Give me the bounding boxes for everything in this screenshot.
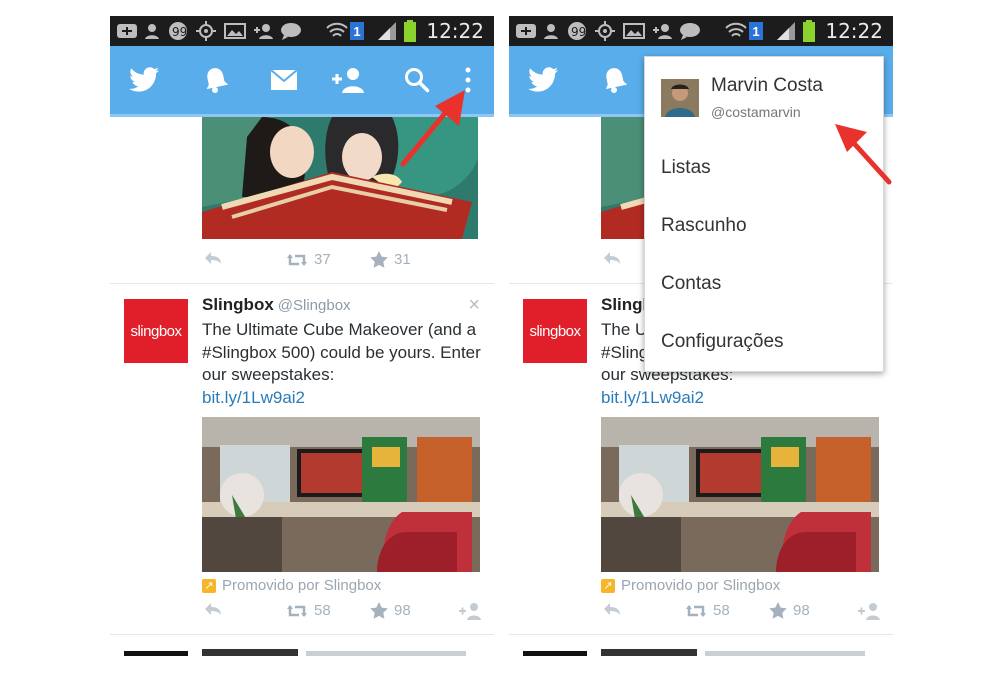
- wifi-icon: [725, 21, 747, 41]
- quote-icon: 99: [168, 21, 188, 41]
- retweet-icon: [287, 604, 307, 617]
- avatar[interactable]: slingbox: [124, 299, 188, 363]
- gps-icon: [196, 21, 216, 41]
- promoted-arrow-icon: ↗: [202, 578, 216, 593]
- reply-icon[interactable]: [204, 251, 222, 265]
- svg-text:99: 99: [571, 25, 586, 39]
- svg-text:99: 99: [172, 25, 187, 39]
- reply-icon[interactable]: [603, 251, 621, 265]
- bell-icon[interactable]: [204, 64, 228, 96]
- dismiss-icon[interactable]: ×: [468, 294, 480, 317]
- star-icon: [769, 602, 787, 619]
- tweet-actions: 37 31: [202, 251, 486, 273]
- twitter-bird-icon[interactable]: [527, 64, 559, 96]
- tweet-actions: 58 98: [202, 602, 486, 624]
- tweet-author-handle[interactable]: @Slingbox: [278, 297, 351, 314]
- tweet-image-office[interactable]: [202, 417, 480, 572]
- envelope-icon[interactable]: [270, 64, 298, 96]
- tweet-header: Slingbox@Slingbox: [202, 295, 351, 315]
- add-contact-icon: [651, 21, 673, 41]
- tweet-image-office[interactable]: [601, 417, 879, 572]
- clock: 12:22: [825, 19, 883, 43]
- phone-screen-left: 99 1 12:22 37 31 slingbox Slingbox @Slin…: [110, 16, 494, 656]
- favorite-count: 31: [394, 251, 411, 268]
- tweet-body: The Ultimate Cube Makeover (and a #Sling…: [202, 319, 486, 409]
- favorite-count: 98: [394, 602, 411, 619]
- add-user-icon[interactable]: [330, 64, 366, 96]
- favorite-button[interactable]: 98: [370, 602, 411, 619]
- retweet-count: 58: [314, 602, 331, 619]
- divider: [110, 283, 494, 284]
- sim-number: 1: [350, 22, 364, 40]
- retweet-count: 37: [314, 251, 331, 268]
- tweet-link[interactable]: bit.ly/1Lw9ai2: [601, 388, 704, 407]
- overflow-menu: Marvin Costa @costamarvin Listas Rascunh…: [644, 56, 884, 372]
- usb-icon: [116, 21, 138, 41]
- picture-icon: [224, 21, 246, 41]
- bell-icon[interactable]: [603, 64, 627, 96]
- picture-icon: [623, 21, 645, 41]
- divider: [110, 634, 494, 635]
- reply-icon[interactable]: [204, 602, 222, 616]
- status-bar: 99 1 12:22: [110, 16, 494, 46]
- tweet-link[interactable]: bit.ly/1Lw9ai2: [202, 388, 305, 407]
- menu-item-configuracoes[interactable]: Configurações: [661, 331, 871, 353]
- retweet-button[interactable]: 37: [286, 251, 331, 268]
- gps-icon: [595, 21, 615, 41]
- phone-screen-right: 99 1 12:22 slingbox Slingbox The #Slingb…: [509, 16, 893, 656]
- retweet-count: 58: [713, 602, 730, 619]
- contact-icon: [144, 21, 160, 41]
- profile-avatar[interactable]: [661, 79, 699, 117]
- usb-icon: [515, 21, 537, 41]
- star-icon: [370, 251, 388, 268]
- tweet-text: The Ultimate Cube Makeover (and a #Sling…: [202, 320, 481, 384]
- menu-item-contas[interactable]: Contas: [661, 273, 871, 295]
- star-icon: [370, 602, 388, 619]
- promoted-arrow-icon: ↗: [601, 578, 615, 593]
- favorite-button[interactable]: 31: [370, 251, 411, 268]
- timeline[interactable]: 37 31 slingbox Slingbox @Slingbox × The U…: [110, 117, 494, 656]
- promoted-text: Promovido por Slingbox: [621, 577, 781, 594]
- next-tweet-partial[interactable]: [110, 647, 494, 656]
- tweet-author-name[interactable]: Slingbox: [202, 295, 274, 314]
- next-tweet-partial[interactable]: [509, 647, 893, 656]
- battery-icon: [404, 20, 416, 42]
- battery-icon: [803, 20, 815, 42]
- quote-icon: 99: [567, 21, 587, 41]
- favorite-button[interactable]: 98: [769, 602, 810, 619]
- sim-number: 1: [749, 22, 763, 40]
- twitter-bird-icon[interactable]: [128, 64, 160, 96]
- profile-name[interactable]: Marvin Costa: [711, 75, 823, 97]
- status-bar: 99 1 12:22: [509, 16, 893, 46]
- tweet-actions: 58 98: [601, 602, 885, 624]
- annotation-arrow: [835, 124, 892, 185]
- reply-icon[interactable]: [603, 602, 621, 616]
- promoted-text: Promovido por Slingbox: [222, 577, 382, 594]
- clock: 12:22: [426, 19, 484, 43]
- add-contact-icon: [252, 21, 274, 41]
- retweet-button[interactable]: 58: [685, 602, 730, 619]
- promoted-label[interactable]: ↗ Promovido por Slingbox: [202, 577, 381, 594]
- sim-icon: 1: [749, 21, 763, 41]
- promoted-label[interactable]: ↗ Promovido por Slingbox: [601, 577, 780, 594]
- chat-icon: [280, 21, 302, 41]
- contact-icon: [543, 21, 559, 41]
- favorite-count: 98: [793, 602, 810, 619]
- retweet-icon: [287, 253, 307, 266]
- wifi-icon: [326, 21, 348, 41]
- signal-icon: [376, 21, 398, 41]
- retweet-button[interactable]: 58: [286, 602, 331, 619]
- menu-item-rascunho[interactable]: Rascunho: [661, 215, 871, 237]
- sim-icon: 1: [350, 21, 364, 41]
- retweet-icon: [686, 604, 706, 617]
- follow-icon[interactable]: [857, 602, 881, 620]
- follow-icon[interactable]: [458, 602, 482, 620]
- divider: [509, 634, 893, 635]
- avatar[interactable]: slingbox: [523, 299, 587, 363]
- annotation-arrow: [400, 90, 465, 167]
- profile-handle[interactable]: @costamarvin: [711, 104, 801, 120]
- signal-icon: [775, 21, 797, 41]
- chat-icon: [679, 21, 701, 41]
